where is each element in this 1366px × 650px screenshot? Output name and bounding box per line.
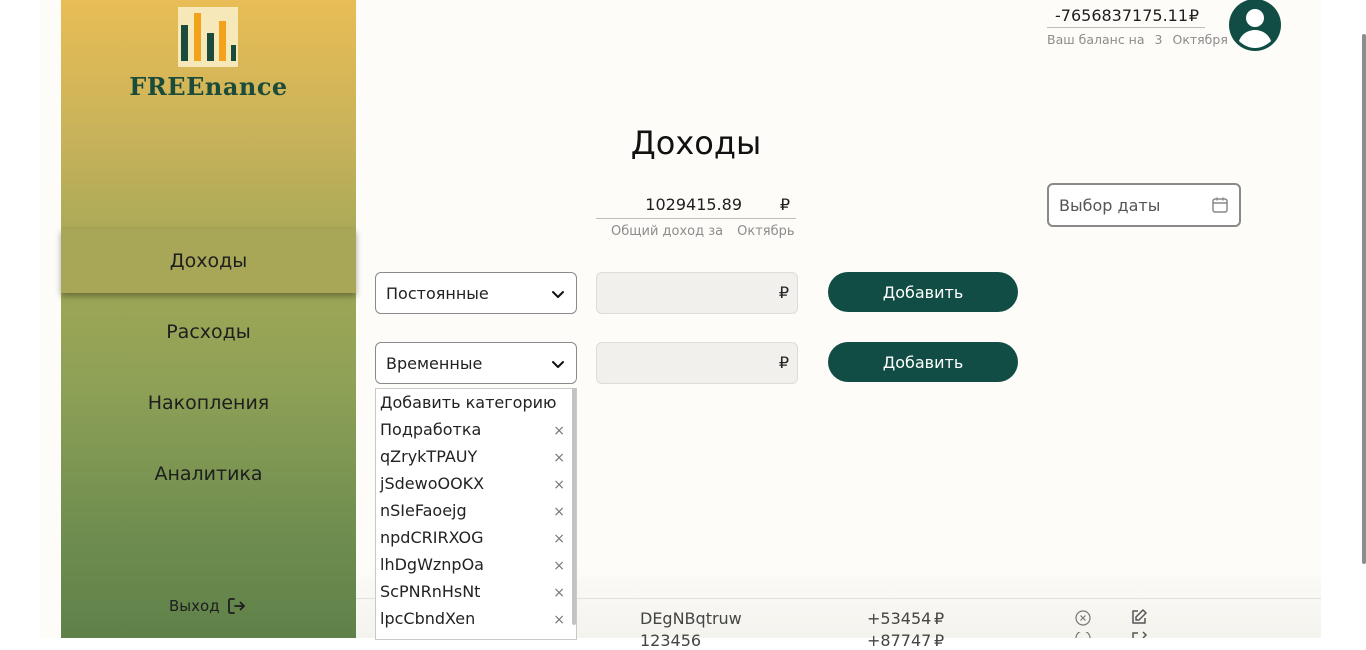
- amount-input-permanent[interactable]: ₽: [596, 272, 798, 314]
- chevron-down-icon: [552, 291, 564, 298]
- remove-icon[interactable]: ×: [553, 531, 565, 547]
- category-dropdown: Добавить категорию Подработка × qZrykTPA…: [375, 388, 577, 640]
- sidebar-item-income[interactable]: Доходы: [61, 229, 356, 293]
- table-row-name: 123456: [640, 631, 702, 650]
- category-option-label: npdCRIRXOG: [380, 528, 484, 547]
- balance-day: 3: [1154, 32, 1163, 47]
- balance-value: -7656837175.11: [1055, 6, 1189, 25]
- total-caption-month: Октябрь: [737, 224, 795, 239]
- total-income-caption: Общий доход за Октябрь: [611, 224, 795, 239]
- balance-caption: Ваш баланс на 3 Октября: [1047, 32, 1228, 47]
- amount-input-temporary[interactable]: ₽: [596, 342, 798, 384]
- table-row-amount: +87747: [867, 631, 932, 650]
- total-income-currency: ₽: [779, 195, 790, 214]
- sidebar-item-label: Аналитика: [154, 463, 263, 485]
- add-button-permanent[interactable]: Добавить: [828, 272, 1018, 312]
- table-row-name: DEgNBqtruw: [640, 609, 742, 628]
- category-option-label: qZrykTPAUY: [380, 447, 478, 466]
- page-title: Доходы: [630, 124, 762, 162]
- category-option[interactable]: ScPNRnHsNt ×: [380, 582, 565, 609]
- category-option[interactable]: qZrykTPAUY ×: [380, 447, 565, 474]
- table-row-currency: ₽: [934, 631, 945, 650]
- balance-currency: ₽: [1188, 6, 1199, 25]
- page-scrollbar[interactable]: [1362, 34, 1366, 564]
- edit-icon[interactable]: [1130, 608, 1148, 626]
- logo-icon: [178, 7, 238, 67]
- category-select-temporary[interactable]: Временные: [375, 342, 577, 384]
- delete-icon[interactable]: [1075, 610, 1091, 626]
- remove-icon[interactable]: ×: [553, 585, 565, 601]
- category-option-label: lhDgWznpOa: [380, 555, 484, 574]
- logout-button[interactable]: Выход: [169, 596, 246, 616]
- edit-icon[interactable]: [1130, 630, 1148, 638]
- category-option[interactable]: npdCRIRXOG ×: [380, 528, 565, 555]
- delete-icon[interactable]: [1075, 632, 1091, 638]
- sidebar: FREEnance Доходы Расходы Накопления Анал…: [61, 0, 356, 638]
- table-row-currency: ₽: [934, 609, 945, 628]
- balance-display: -7656837175.11 ₽: [1047, 2, 1205, 28]
- balance-month: Октября: [1172, 32, 1228, 47]
- add-button-temporary[interactable]: Добавить: [828, 342, 1018, 382]
- date-picker[interactable]: Выбор даты: [1047, 183, 1241, 227]
- category-option-label: ScPNRnHsNt: [380, 582, 481, 601]
- category-select-value: Временные: [386, 353, 483, 373]
- user-icon: [1239, 9, 1271, 48]
- date-picker-placeholder: Выбор даты: [1059, 195, 1161, 215]
- category-option-label: lpcCbndXen: [380, 609, 476, 628]
- logout-label: Выход: [169, 597, 220, 615]
- dropdown-scrollbar[interactable]: [572, 388, 576, 625]
- add-category-option[interactable]: Добавить категорию: [380, 393, 565, 420]
- sidebar-item-label: Доходы: [169, 250, 248, 272]
- total-caption-text: Общий доход за: [611, 224, 724, 239]
- balance-caption-text: Ваш баланс на: [1047, 32, 1145, 47]
- remove-icon[interactable]: ×: [553, 450, 565, 466]
- category-option[interactable]: Подработка ×: [380, 420, 565, 447]
- remove-icon[interactable]: ×: [553, 477, 565, 493]
- sidebar-item-expenses[interactable]: Расходы: [61, 300, 356, 364]
- avatar[interactable]: [1229, 0, 1281, 51]
- remove-icon[interactable]: ×: [553, 558, 565, 574]
- remove-icon[interactable]: ×: [553, 504, 565, 520]
- total-income-value: 1029415.89: [645, 195, 742, 214]
- category-option[interactable]: lhDgWznpOa ×: [380, 555, 565, 582]
- category-option-label: jSdewoOOKX: [380, 474, 485, 493]
- category-option-label: nSIeFaoejg: [380, 501, 467, 520]
- amount-currency: ₽: [778, 353, 789, 372]
- logout-icon: [227, 598, 245, 614]
- sidebar-item-label: Расходы: [166, 321, 251, 343]
- category-option[interactable]: lpcCbndXen ×: [380, 609, 565, 636]
- remove-icon[interactable]: ×: [553, 612, 565, 628]
- category-option[interactable]: jSdewoOOKX ×: [380, 474, 565, 501]
- table-row-amount: +53454: [867, 609, 932, 628]
- add-category-label: Добавить категорию: [380, 393, 557, 412]
- sidebar-item-label: Накопления: [147, 392, 270, 414]
- category-option[interactable]: nSIeFaoejg ×: [380, 501, 565, 528]
- chevron-down-icon: [552, 361, 564, 368]
- total-income-display: 1029415.89 ₽: [596, 191, 796, 219]
- brand-name: FREEnance: [129, 72, 288, 101]
- category-select-permanent[interactable]: Постоянные: [375, 272, 577, 314]
- sidebar-item-analytics[interactable]: Аналитика: [61, 442, 356, 506]
- calendar-icon: [1212, 197, 1228, 213]
- sidebar-item-savings[interactable]: Накопления: [61, 371, 356, 435]
- amount-currency: ₽: [778, 283, 789, 302]
- remove-icon[interactable]: ×: [553, 423, 565, 439]
- category-select-value: Постоянные: [386, 283, 489, 303]
- category-option-label: Подработка: [380, 420, 482, 439]
